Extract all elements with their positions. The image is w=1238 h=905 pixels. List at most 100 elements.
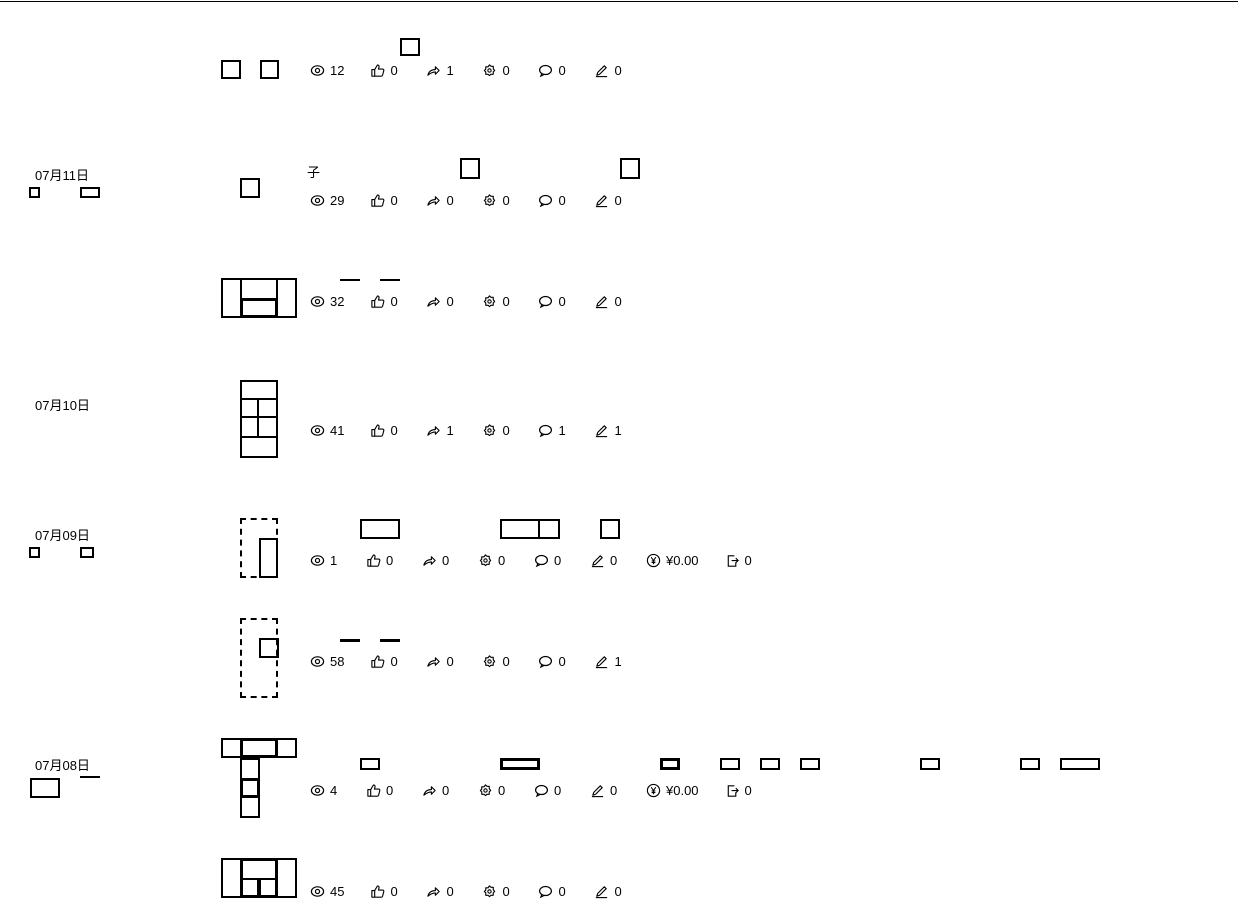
stat-shares: 0 (422, 783, 452, 798)
share-icon (422, 553, 442, 568)
stat-value: 0 (390, 654, 398, 669)
stat-shares: 0 (426, 294, 456, 309)
stat-value: 0 (502, 63, 510, 78)
stat-edits: 0 (594, 193, 624, 208)
thumbnail[interactable] (221, 60, 241, 79)
date-decoration (80, 776, 100, 778)
stat-views: 4 (310, 783, 340, 798)
title-decoration (760, 758, 780, 770)
thumbnail[interactable] (221, 838, 297, 898)
stat-comments: 0 (538, 654, 568, 669)
title-decoration (360, 519, 400, 539)
date-label: 07月09日 (35, 528, 90, 543)
stat-shares: 1 (426, 423, 456, 438)
post-stats: 4 0 0 0 0 0 ¥0.00 0 (310, 783, 781, 798)
title-decoration (380, 639, 400, 642)
comment-icon (538, 654, 558, 669)
stat-edits: 0 (594, 63, 624, 78)
stat-shares: 0 (426, 193, 456, 208)
post-stats: 32 0 0 0 0 0 (310, 294, 650, 309)
thumbnail[interactable] (260, 60, 279, 79)
stat-favorites: 0 (478, 553, 508, 568)
stat-favorites: 0 (482, 294, 512, 309)
title-decoration (538, 519, 560, 539)
stat-value: 0 (390, 423, 398, 438)
stat-views: 32 (310, 294, 344, 309)
stat-value: 1 (446, 63, 454, 78)
pen-icon (594, 423, 614, 438)
share-icon (426, 423, 446, 438)
stat-edits: 0 (594, 884, 624, 899)
stat-value: 0 (498, 553, 506, 568)
post-stats: 12 0 1 0 0 0 (310, 63, 650, 78)
stat-views: 1 (310, 553, 340, 568)
stat-value: 0 (614, 884, 622, 899)
title-decoration (600, 519, 620, 539)
stat-value: 0 (386, 553, 394, 568)
stat-value: 12 (330, 63, 345, 78)
date-decoration (29, 547, 40, 558)
stat-comments: 0 (534, 553, 564, 568)
thumbs-up-icon (370, 63, 390, 78)
date-label: 07月10日 (35, 398, 90, 413)
stat-value: 0 (442, 553, 450, 568)
stat-edits: 0 (590, 783, 620, 798)
comment-icon (534, 553, 554, 568)
pen-icon (594, 884, 614, 899)
thumbs-up-icon (366, 783, 386, 798)
share-icon (426, 654, 446, 669)
pen-icon (590, 783, 610, 798)
date-label: 07月08日 (35, 758, 90, 773)
stat-value: 0 (558, 294, 566, 309)
thumbnail[interactable] (221, 518, 297, 578)
thumbs-up-icon (370, 294, 390, 309)
date-decoration (30, 778, 60, 798)
stat-value: 4 (330, 783, 338, 798)
stat-views: 12 (310, 63, 344, 78)
stat-likes: 0 (370, 884, 400, 899)
post-title[interactable]: 子 (307, 165, 320, 181)
stat-shares: 0 (426, 884, 456, 899)
thumbnail[interactable] (221, 618, 297, 698)
title-decoration (1060, 758, 1100, 770)
pen-icon (594, 294, 614, 309)
thumbs-up-icon (366, 553, 386, 568)
share-icon (426, 193, 446, 208)
stat-value: 0 (614, 63, 622, 78)
eye-icon (310, 783, 330, 798)
stat-value: 0 (446, 193, 454, 208)
thumbs-up-icon (370, 884, 390, 899)
favorite-icon (482, 654, 502, 669)
share-icon (426, 294, 446, 309)
export-icon (725, 783, 745, 798)
title-decoration (340, 639, 360, 642)
date-decoration (80, 547, 94, 558)
stat-likes: 0 (370, 294, 400, 309)
eye-icon (310, 294, 330, 309)
date-decoration (29, 187, 40, 198)
stat-favorites: 0 (478, 783, 508, 798)
title-decoration (620, 158, 640, 179)
title-decoration (360, 758, 380, 770)
date-decoration (80, 187, 100, 198)
stat-value: 41 (330, 423, 345, 438)
thumbnail[interactable] (221, 238, 297, 338)
stat-comments: 0 (538, 193, 568, 208)
stat-views: 58 (310, 654, 344, 669)
eye-icon (310, 63, 330, 78)
title-decoration (400, 38, 420, 56)
stat-value: 0 (744, 783, 752, 798)
title-decoration (660, 758, 680, 770)
stat-value: ¥0.00 (666, 783, 699, 798)
share-icon (426, 63, 446, 78)
thumbnail[interactable] (221, 738, 297, 818)
comment-icon (538, 63, 558, 78)
stat-value: 0 (446, 884, 454, 899)
post-stats: 41 0 1 0 1 1 (310, 423, 650, 438)
comment-icon (538, 884, 558, 899)
thumbnail[interactable] (221, 380, 297, 458)
share-icon (426, 884, 446, 899)
thumbnail[interactable] (240, 178, 260, 198)
stat-value: 0 (502, 884, 510, 899)
stat-value: 0 (554, 553, 562, 568)
